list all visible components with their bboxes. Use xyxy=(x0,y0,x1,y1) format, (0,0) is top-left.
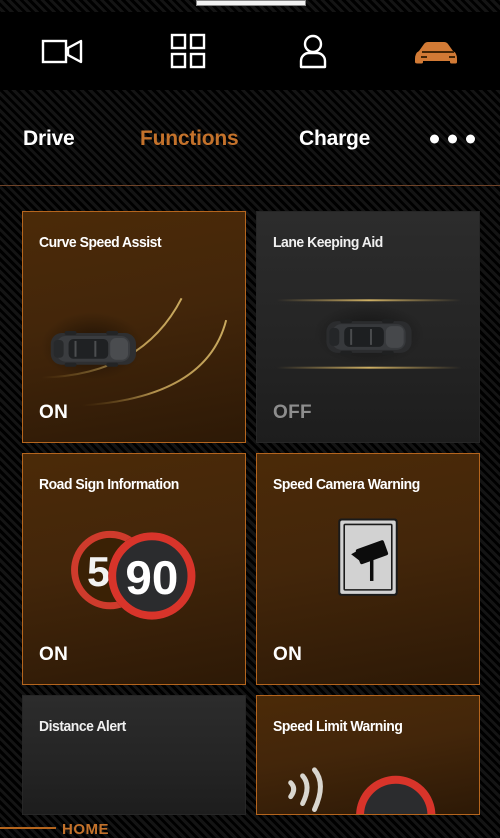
status-handle-indicator xyxy=(196,0,306,6)
tab-divider xyxy=(0,185,500,186)
card-curve-speed-assist[interactable]: Curve Speed Assist ON xyxy=(22,211,246,443)
card-title: Distance Alert xyxy=(39,718,126,735)
car-on-curve-icon xyxy=(23,258,245,408)
app-shell: Drive Functions Charge Curve Speed Assis… xyxy=(0,0,500,838)
tab-functions[interactable]: Functions xyxy=(140,127,239,151)
grid-apps-icon xyxy=(170,33,206,69)
car-icon xyxy=(412,35,464,67)
card-speed-limit-warning[interactable]: Speed Limit Warning xyxy=(256,695,480,815)
tab-bar: Drive Functions Charge xyxy=(0,92,500,186)
card-distance-alert[interactable]: Distance Alert xyxy=(22,695,246,815)
tab-more-button[interactable] xyxy=(430,134,475,144)
card-title: Speed Camera Warning xyxy=(273,476,420,493)
status-bar xyxy=(0,0,500,12)
nav-item-camera[interactable] xyxy=(0,12,125,90)
card-status: OFF xyxy=(273,402,312,423)
more-dot-icon xyxy=(448,134,457,144)
user-profile-icon xyxy=(296,33,330,69)
card-status: ON xyxy=(39,644,69,665)
video-camera-icon xyxy=(41,36,85,66)
speed-camera-sign-icon xyxy=(257,500,479,650)
card-speed-camera-warning[interactable]: Speed Camera Warning ON xyxy=(256,453,480,685)
card-title: Speed Limit Warning xyxy=(273,718,403,735)
sound-wave-sign-icon xyxy=(257,754,479,814)
tab-drive[interactable]: Drive xyxy=(23,127,75,151)
card-title: Curve Speed Assist xyxy=(39,234,162,251)
nav-item-apps[interactable] xyxy=(125,12,250,90)
car-between-lanes-icon xyxy=(257,258,479,408)
nav-item-profile[interactable] xyxy=(250,12,375,90)
card-title: Road Sign Information xyxy=(39,476,179,493)
tab-charge[interactable]: Charge xyxy=(299,127,370,151)
home-line xyxy=(0,827,56,829)
functions-grid: Curve Speed Assist ON Lane Keeping Aid O… xyxy=(22,211,480,815)
nav-item-vehicle[interactable] xyxy=(375,12,500,90)
more-dot-icon xyxy=(466,134,475,144)
card-status: ON xyxy=(39,402,69,423)
card-status: ON xyxy=(273,644,303,665)
card-lane-keeping-aid[interactable]: Lane Keeping Aid OFF xyxy=(256,211,480,443)
speed-signs-icon: 50 90 xyxy=(23,500,245,650)
more-dot-icon xyxy=(430,134,439,144)
home-button[interactable]: HOME xyxy=(62,821,109,838)
speed-sign-front: 90 xyxy=(108,532,196,620)
card-title: Lane Keeping Aid xyxy=(273,234,383,251)
sign-front-value: 90 xyxy=(125,552,178,605)
top-navigation-bar xyxy=(0,12,500,90)
card-road-sign-information[interactable]: Road Sign Information 50 90 ON xyxy=(22,453,246,685)
home-bar: HOME xyxy=(0,812,500,838)
